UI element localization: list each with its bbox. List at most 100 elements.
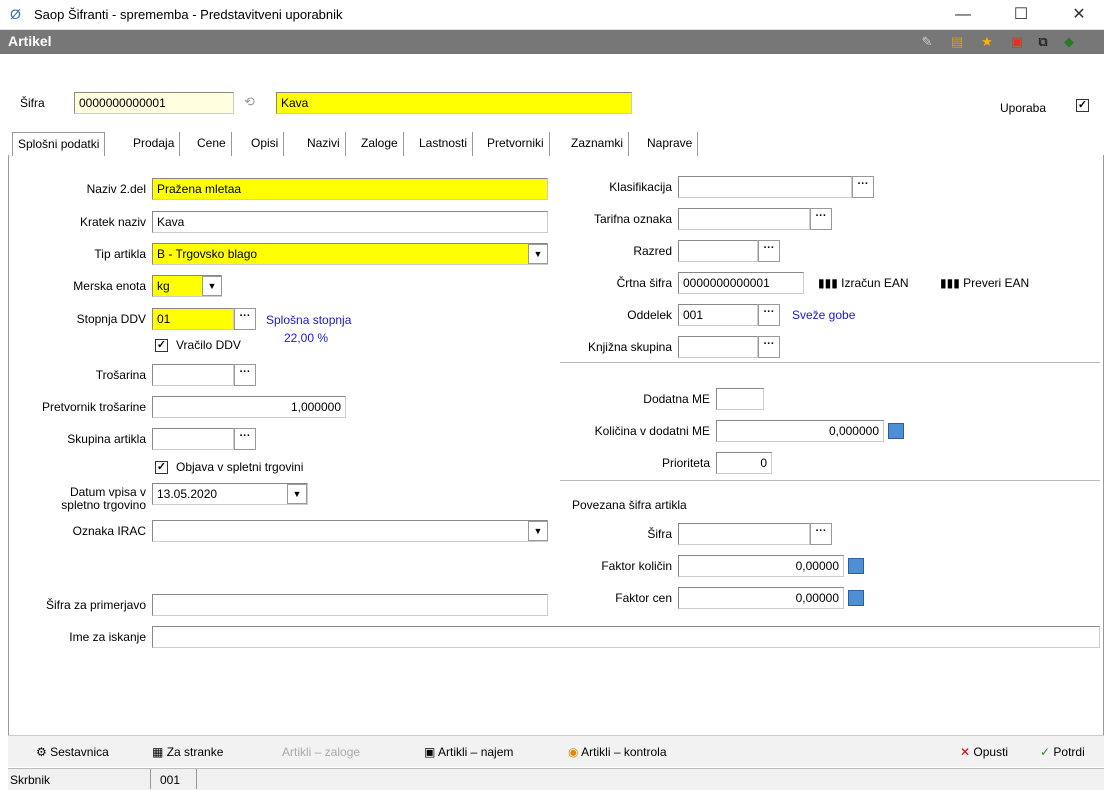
faktor-kolicin-label: Faktor količin: [601, 559, 672, 573]
oddelek-input[interactable]: 001: [678, 304, 758, 326]
datum-vpisa-dropdown-icon[interactable]: ▼: [287, 484, 307, 504]
close-button[interactable]: ✕: [1056, 0, 1102, 30]
artikli-zaloge-button[interactable]: Artikli – zaloge: [282, 745, 360, 759]
copy-icon[interactable]: ⧉: [1034, 34, 1052, 50]
assembly-icon: ⚙: [36, 745, 47, 759]
opusti-button[interactable]: ✕ Opusti: [960, 745, 1008, 759]
skupina-artikla-browse-button[interactable]: ···: [234, 428, 256, 450]
datum-vpisa-label: Datum vpisa v: [69, 485, 146, 499]
tab-pretvorniki[interactable]: Pretvorniki: [482, 132, 550, 156]
povezana-sifra-sifra-label: Šifra: [647, 527, 672, 541]
tab-splosni-podatki[interactable]: Splošni podatki: [12, 132, 106, 156]
help-icon[interactable]: ◆: [1060, 34, 1078, 50]
izracun-ean-button[interactable]: ▮▮▮ Izračun EAN: [818, 276, 909, 290]
tarifna-oznaka-input[interactable]: [678, 208, 810, 230]
calculator-icon[interactable]: [888, 423, 904, 439]
datum-vpisa-input[interactable]: 13.05.2020: [152, 483, 308, 505]
sifra-primerjava-label: Šifra za primerjavo: [45, 598, 146, 612]
tab-zaznamki[interactable]: Zaznamki: [566, 132, 630, 156]
oddelek-desc: Sveže gobe: [792, 308, 856, 322]
kratek-naziv-input[interactable]: Kava: [152, 211, 548, 233]
stopnja-ddv-browse-button[interactable]: ···: [234, 308, 256, 330]
kolicina-dodatni-me-input[interactable]: 0,000000: [716, 420, 884, 442]
dodatna-me-input[interactable]: [716, 388, 764, 410]
vracilo-ddv-label: Vračilo DDV: [176, 338, 241, 352]
calculator-icon[interactable]: [848, 590, 864, 606]
checkmark-icon: ✓: [1040, 745, 1051, 759]
tab-nazivi[interactable]: Nazivi: [302, 132, 346, 156]
za-stranke-button[interactable]: ▦ Za stranke: [152, 745, 223, 759]
faktor-cen-input[interactable]: 0,00000: [678, 587, 844, 609]
stopnja-ddv-desc: Splošna stopnja: [266, 313, 352, 327]
naziv2-input[interactable]: Pražena mletaa: [152, 178, 548, 200]
delete-icon[interactable]: ▣: [1008, 34, 1026, 50]
maximize-button[interactable]: ☐: [998, 0, 1044, 30]
knjizna-skupina-input[interactable]: [678, 336, 758, 358]
faktor-kolicin-input[interactable]: 0,00000: [678, 555, 844, 577]
stopnja-ddv-label: Stopnja DDV: [76, 312, 146, 326]
merska-enota-dropdown-icon[interactable]: ▼: [202, 276, 222, 296]
sifra-input[interactable]: 0000000000001: [74, 92, 234, 114]
povezana-sifra-browse-button[interactable]: ···: [810, 523, 832, 545]
klasifikacija-input[interactable]: [678, 176, 852, 198]
datum-vpisa-label-2: spletno trgovino: [61, 498, 146, 512]
klasifikacija-browse-button[interactable]: ···: [852, 176, 874, 198]
prioriteta-input[interactable]: 0: [716, 452, 772, 474]
oddelek-browse-button[interactable]: ···: [758, 304, 780, 326]
razred-input[interactable]: [678, 240, 758, 262]
skupina-artikla-input[interactable]: [152, 428, 234, 450]
oznaka-irac-dropdown-icon[interactable]: ▼: [528, 521, 548, 541]
list-icon[interactable]: ▤: [948, 34, 966, 50]
oznaka-irac-label: Oznaka IRAC: [72, 524, 146, 538]
kolicina-dodatni-me-label: Količina v dodatni ME: [594, 424, 710, 438]
divider: [196, 769, 197, 789]
edit-icon[interactable]: ✎: [918, 34, 936, 50]
naziv2-label: Naziv 2.del: [86, 182, 146, 196]
tab-lastnosti[interactable]: Lastnosti: [414, 132, 474, 156]
stopnja-ddv-input[interactable]: 01: [152, 308, 234, 330]
vracilo-ddv-checkbox[interactable]: ✓: [155, 339, 168, 352]
oznaka-irac-select[interactable]: [152, 520, 548, 542]
sestavnica-button[interactable]: ⚙ Sestavnica: [36, 745, 109, 759]
kratek-naziv-label: Kratek naziv: [79, 215, 146, 229]
crtna-sifra-input[interactable]: 0000000000001: [678, 272, 804, 294]
povezana-sifra-input[interactable]: [678, 523, 810, 545]
refresh-code-icon[interactable]: ⟲: [244, 94, 260, 110]
rental-icon: ▣: [424, 745, 436, 759]
uporaba-checkbox[interactable]: ✓: [1076, 99, 1089, 112]
tab-prodaja[interactable]: Prodaja: [128, 132, 181, 156]
trosarina-input[interactable]: [152, 364, 234, 386]
window-titlebar: Ø Saop Šifranti - sprememba - Predstavit…: [0, 0, 1104, 30]
tarifna-oznaka-browse-button[interactable]: ···: [810, 208, 832, 230]
tab-opisi[interactable]: Opisi: [246, 132, 285, 156]
artikli-zaloge-label: Artikli – zaloge: [282, 745, 361, 759]
tip-artikla-select[interactable]: B - Trgovsko blago: [152, 243, 548, 265]
star-icon[interactable]: ★: [978, 34, 996, 50]
naziv-input[interactable]: Kava: [276, 92, 632, 114]
tab-naprave[interactable]: Naprave: [642, 132, 699, 156]
faktor-cen-label: Faktor cen: [615, 591, 672, 605]
potrdi-button[interactable]: ✓ Potrdi: [1040, 745, 1085, 759]
artikli-najem-button[interactable]: ▣ Artikli – najem: [424, 745, 513, 759]
pretvornik-trosarine-input[interactable]: 1,000000: [152, 396, 346, 418]
tab-zaloge[interactable]: Zaloge: [356, 132, 404, 156]
ime-iskanje-input[interactable]: [152, 626, 1100, 648]
artikli-kontrola-label: Artikli – kontrola: [581, 745, 667, 759]
razred-browse-button[interactable]: ···: [758, 240, 780, 262]
calculator-icon[interactable]: [848, 558, 864, 574]
minimize-button[interactable]: —: [940, 0, 986, 30]
povezana-sifra-label: Povezana šifra artikla: [572, 498, 687, 512]
sifra-label: Šifra: [20, 96, 45, 110]
knjizna-skupina-browse-button[interactable]: ···: [758, 336, 780, 358]
artikli-kontrola-button[interactable]: ◉ Artikli – kontrola: [568, 745, 667, 759]
tip-artikla-label: Tip artikla: [94, 247, 146, 261]
trosarina-browse-button[interactable]: ···: [234, 364, 256, 386]
objava-checkbox[interactable]: ✓: [155, 461, 168, 474]
za-stranke-label: Za stranke: [166, 745, 224, 759]
preveri-ean-button[interactable]: ▮▮▮ Preveri EAN: [940, 276, 1029, 290]
tip-artikla-dropdown-icon[interactable]: ▼: [528, 244, 548, 264]
tab-cene[interactable]: Cene: [192, 132, 232, 156]
sestavnica-label: Sestavnica: [50, 745, 109, 759]
sifra-primerjava-input[interactable]: [152, 594, 548, 616]
cancel-icon: ✕: [960, 745, 971, 759]
